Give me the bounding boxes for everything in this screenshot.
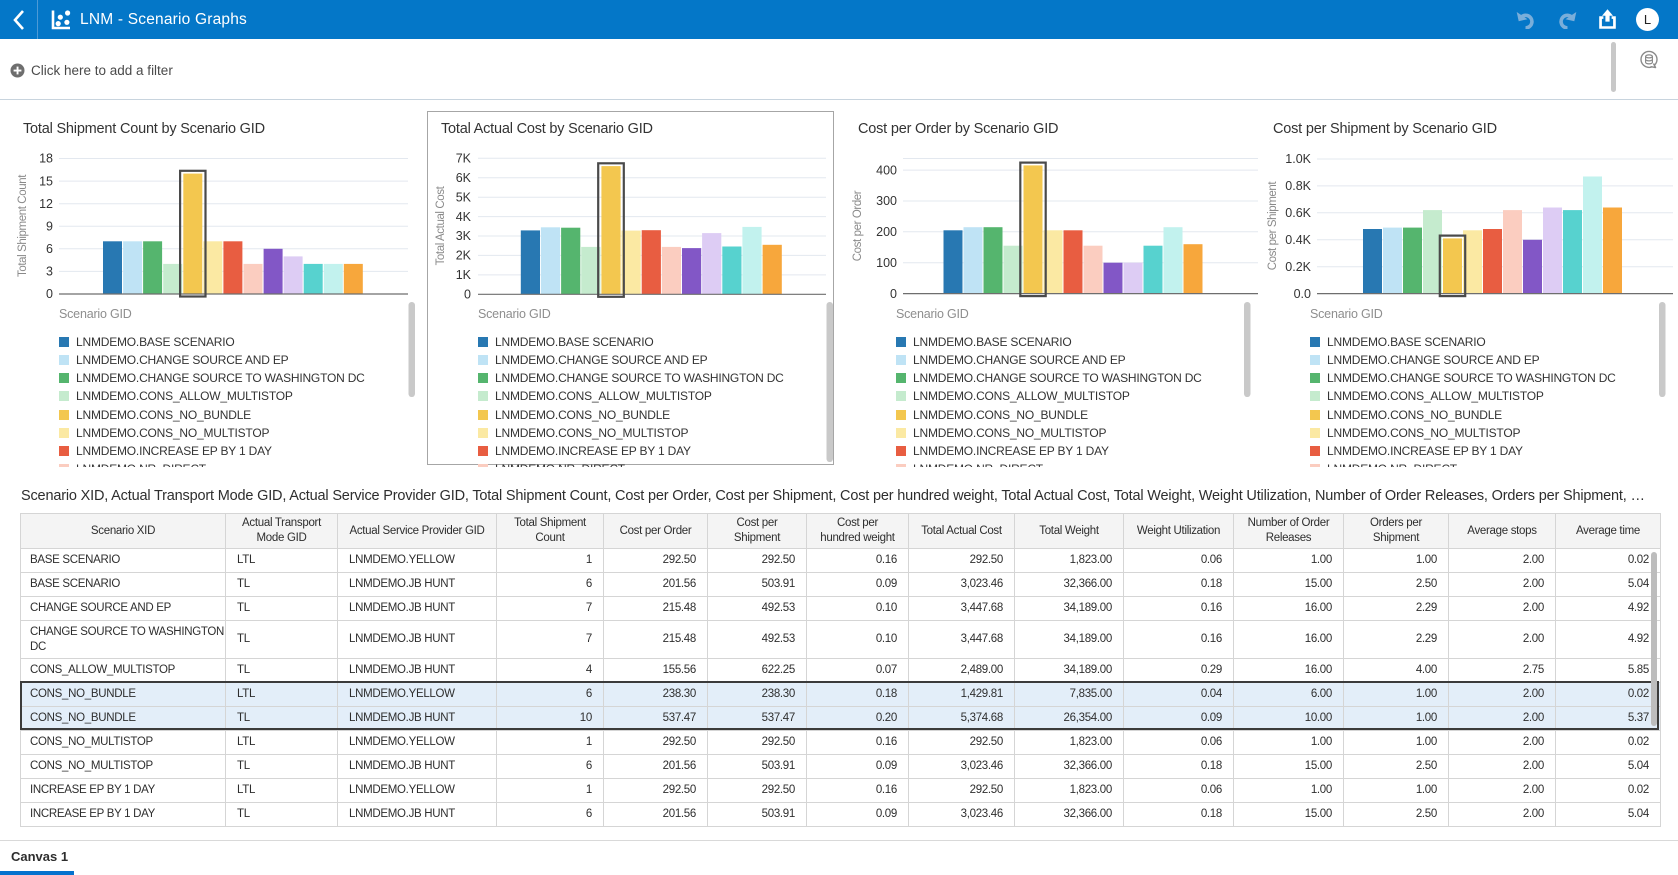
svg-text:6: 6	[46, 242, 53, 256]
svg-text:18: 18	[39, 152, 53, 166]
svg-text:0.2K: 0.2K	[1285, 260, 1311, 274]
svg-text:12: 12	[39, 197, 53, 211]
svg-text:200: 200	[876, 225, 897, 239]
svg-text:9: 9	[46, 219, 53, 233]
svg-text:0: 0	[890, 287, 897, 301]
svg-text:100: 100	[876, 256, 897, 270]
svg-text:3K: 3K	[456, 229, 472, 243]
svg-text:7K: 7K	[456, 152, 472, 166]
svg-text:Total Shipment Count: Total Shipment Count	[17, 174, 29, 277]
svg-text:0.0: 0.0	[1294, 287, 1311, 301]
svg-text:0.8K: 0.8K	[1285, 179, 1311, 193]
svg-text:0.4K: 0.4K	[1285, 233, 1311, 247]
svg-text:1K: 1K	[456, 268, 472, 282]
svg-text:6K: 6K	[456, 171, 472, 185]
svg-text:400: 400	[876, 163, 897, 177]
svg-text:5K: 5K	[456, 190, 472, 204]
svg-text:1.0K: 1.0K	[1285, 152, 1311, 166]
svg-text:4K: 4K	[456, 210, 472, 224]
svg-text:Cost per Shipment: Cost per Shipment	[1267, 181, 1279, 271]
svg-text:15: 15	[39, 174, 53, 188]
svg-text:Total Actual Cost: Total Actual Cost	[435, 185, 447, 265]
svg-text:Cost per Order: Cost per Order	[852, 190, 864, 261]
svg-text:0: 0	[46, 287, 53, 301]
svg-text:0: 0	[464, 288, 471, 302]
svg-text:3: 3	[46, 265, 53, 279]
svg-text:300: 300	[876, 194, 897, 208]
svg-text:2K: 2K	[456, 249, 472, 263]
svg-text:0.6K: 0.6K	[1285, 206, 1311, 220]
